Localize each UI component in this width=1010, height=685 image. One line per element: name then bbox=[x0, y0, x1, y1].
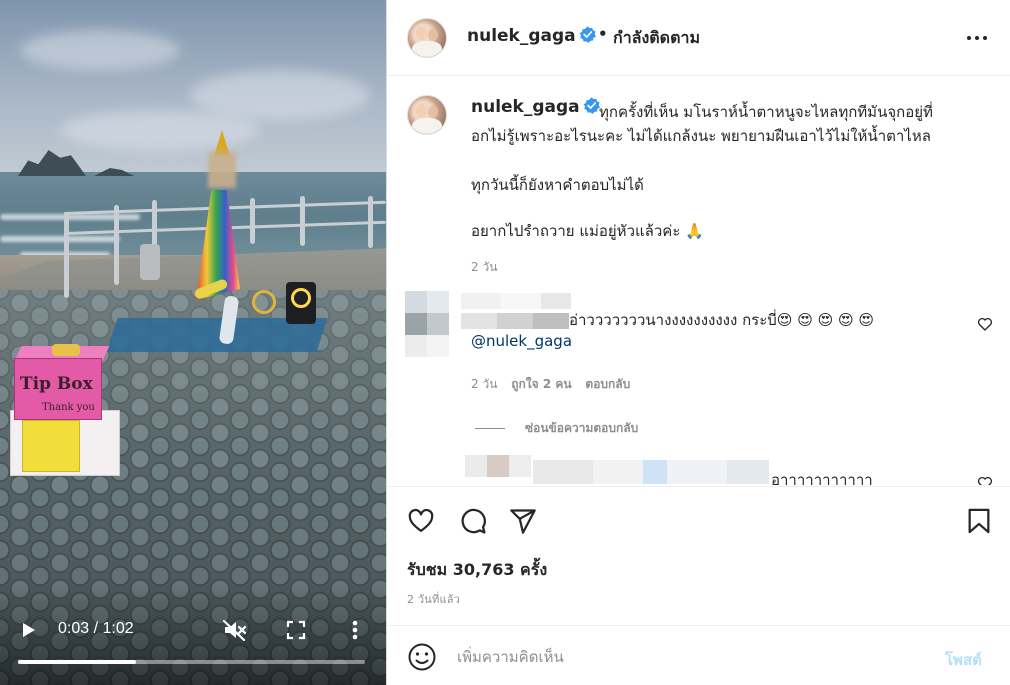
replies-divider bbox=[475, 428, 505, 429]
header-username-link[interactable]: nulek_gaga bbox=[467, 26, 596, 48]
video-gas-tank bbox=[140, 244, 160, 280]
heart-outline-icon[interactable] bbox=[977, 316, 993, 332]
video-progress-fill bbox=[18, 660, 136, 664]
add-comment-bar: โพสต์ bbox=[387, 625, 1010, 685]
emoji-icon[interactable] bbox=[407, 642, 437, 672]
comment-meta: 2 วัน ถูกใจ 2 คน ตอบกลับ bbox=[471, 375, 640, 394]
video-tipbox-roll bbox=[52, 344, 80, 356]
verified-badge-icon bbox=[583, 97, 600, 119]
hide-replies-button[interactable]: ซ่อนข้อความตอบกลับ bbox=[525, 419, 638, 438]
caption-text-line: ทุกวันนี้ก็ยังหาคำตอบไม่ได้ bbox=[471, 176, 644, 194]
blurred-username[interactable] bbox=[533, 460, 769, 484]
play-icon[interactable] bbox=[18, 620, 38, 640]
blurred-avatar[interactable] bbox=[405, 291, 449, 357]
caption-text-line: อกไม่รู้เพราะอะไรนะคะ ไม่ได้แกล้งนะ พยาย… bbox=[471, 127, 931, 145]
video-wave bbox=[0, 214, 140, 220]
video-player[interactable]: Tip Box Thank you 0:03 / 1:02 bbox=[0, 0, 386, 685]
caption-username-link[interactable]: nulek_gaga bbox=[471, 97, 600, 119]
video-railing-post bbox=[114, 205, 119, 285]
caption-username[interactable]: nulek_gaga bbox=[471, 97, 580, 117]
volume-muted-icon[interactable] bbox=[222, 618, 248, 642]
comments-area[interactable]: nulek_gaga ทุกครั้งที่เห็น มโนราห์น้ำตาห… bbox=[387, 77, 1010, 485]
video-dancer-face-blurred bbox=[208, 152, 236, 188]
bookmark-icon[interactable] bbox=[965, 507, 993, 535]
post-header: nulek_gaga • กำลังติดตาม bbox=[387, 0, 1010, 76]
caption-text-line: ทุกครั้งที่เห็น มโนราห์น้ำตาหนูจะไหลทุกท… bbox=[599, 103, 933, 121]
video-time: 0:03 / 1:02 bbox=[58, 620, 134, 637]
comment-text: อ่าวววววววนางงงงงงงงงง กระบี่😍 😍 😍 😍 😍 bbox=[569, 311, 875, 329]
comment-mention-link[interactable]: @nulek_gaga bbox=[471, 332, 572, 350]
video-wave bbox=[0, 236, 120, 242]
video-railing-post bbox=[64, 212, 69, 298]
posted-time[interactable]: 2 วันที่แล้ว bbox=[407, 590, 460, 608]
avatar[interactable] bbox=[407, 18, 447, 58]
comment-input[interactable] bbox=[457, 642, 927, 672]
header-separator: • bbox=[598, 25, 608, 43]
heart-icon[interactable] bbox=[407, 507, 435, 535]
post-actions: รับชม 30,763 ครั้ง 2 วันที่แล้ว bbox=[387, 486, 1010, 624]
post-panel: nulek_gaga • กำลังติดตาม nulek_gaga ทุกค… bbox=[386, 0, 1010, 685]
caption-text-line: อยากไปรำถวาย แม่อยู่หัวแล้วค่ะ 🙏 bbox=[471, 222, 704, 240]
horizontal-dots-icon[interactable] bbox=[965, 26, 989, 50]
send-icon[interactable] bbox=[509, 507, 537, 535]
post-button[interactable]: โพสต์ bbox=[945, 648, 982, 672]
blurred-username bbox=[461, 313, 569, 329]
reply-button[interactable]: ตอบกลับ bbox=[585, 377, 630, 391]
tipbox-subtitle: Thank you bbox=[42, 402, 95, 413]
comment-icon[interactable] bbox=[459, 507, 487, 535]
comment-text: อาาาาาาาาาาา bbox=[771, 471, 873, 485]
video-speaker bbox=[286, 282, 316, 324]
following-button[interactable]: กำลังติดตาม bbox=[613, 26, 700, 51]
avatar[interactable] bbox=[407, 95, 447, 135]
blurred-avatar[interactable] bbox=[465, 455, 531, 485]
heart-outline-icon[interactable] bbox=[977, 475, 993, 485]
vertical-dots-icon[interactable] bbox=[347, 618, 363, 642]
video-cloud bbox=[60, 110, 260, 150]
comment-time[interactable]: 2 วัน bbox=[471, 377, 497, 391]
tipbox-title: Tip Box bbox=[20, 374, 93, 394]
video-fan bbox=[252, 290, 276, 314]
view-count[interactable]: รับชม 30,763 ครั้ง bbox=[407, 558, 547, 583]
video-yellow-note bbox=[22, 420, 80, 472]
video-progress-bar[interactable] bbox=[18, 660, 365, 664]
comment-likes[interactable]: ถูกใจ 2 คน bbox=[511, 377, 571, 391]
fullscreen-icon[interactable] bbox=[286, 620, 306, 640]
header-username[interactable]: nulek_gaga bbox=[467, 26, 576, 46]
blurred-username[interactable] bbox=[461, 293, 571, 309]
verified-badge-icon bbox=[579, 26, 596, 48]
video-cloud bbox=[20, 30, 180, 70]
caption-time[interactable]: 2 วัน bbox=[471, 258, 497, 277]
video-cloud bbox=[190, 70, 370, 120]
